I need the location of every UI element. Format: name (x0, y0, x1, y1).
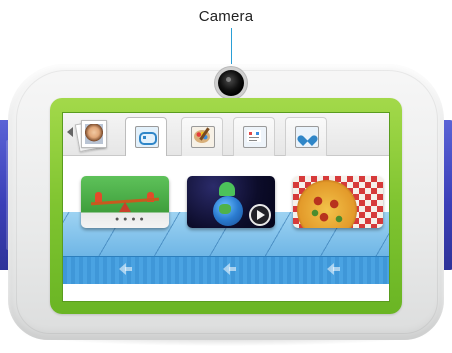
left-arrow-icon[interactable] (223, 263, 237, 275)
app-card-seesaw[interactable]: ● ● ● ● (81, 176, 169, 228)
app-card-space[interactable] (187, 176, 275, 228)
tablet-screen: ● ● ● ● (62, 112, 390, 302)
dinosaur-icon (219, 182, 235, 196)
left-arrow-icon[interactable] (119, 263, 133, 275)
tab-favorites[interactable] (285, 117, 327, 156)
profile-photo-icon[interactable] (74, 119, 107, 153)
tab-learning[interactable] (233, 117, 275, 156)
camera-lens-icon (218, 70, 244, 96)
heart-icon (301, 131, 313, 142)
camera-callout-label: Camera (198, 8, 254, 25)
category-tab-bar (63, 113, 389, 157)
seesaw-game-icon (119, 202, 131, 212)
tab-games[interactable] (125, 117, 167, 157)
tab-art[interactable] (181, 117, 223, 156)
app-card-pizza[interactable] (293, 176, 383, 228)
app-shelf-area: ● ● ● ● (63, 156, 389, 301)
space-dinosaur-video-icon (213, 196, 243, 226)
left-arrow-icon[interactable] (327, 263, 341, 275)
shelf-base (63, 284, 389, 301)
pizza-game-icon (297, 180, 357, 228)
board-icon (247, 130, 261, 142)
child-face (85, 124, 103, 144)
play-icon[interactable] (249, 204, 271, 226)
gamepad-icon (139, 132, 157, 145)
tab-scroll-left-icon[interactable] (67, 127, 73, 137)
